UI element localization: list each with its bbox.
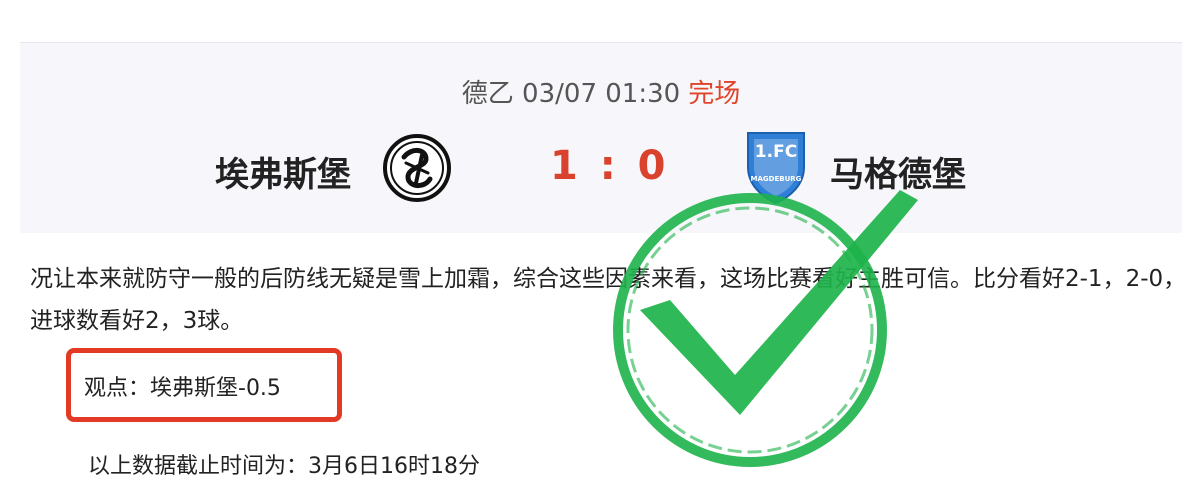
league-datetime: 德乙 03/07 01:30 [461,79,681,109]
away-team-name[interactable]: 马格德堡 [830,147,966,196]
teams-row: 埃弗斯堡 1 : 0 1.FC MAGDEBURG 马格德堡 [20,132,1182,213]
match-score: 1 : 0 [550,143,670,189]
magdeburg-crest-icon[interactable]: 1.FC MAGDEBURG [740,129,812,205]
page: 德乙 03/07 01:30 完场 埃弗斯堡 1 : 0 1.FC MAGDEBU… [0,0,1200,500]
elversberg-crest-icon[interactable] [382,133,452,203]
match-header-card: 德乙 03/07 01:30 完场 埃弗斯堡 1 : 0 1.FC MAGDEBU… [20,42,1182,233]
match-status: 完场 [688,79,741,109]
away-logo-side-text: MAGDEBURG [751,175,802,183]
home-team-name[interactable]: 埃弗斯堡 [215,147,351,196]
data-cutoff-text: 以上数据截止时间为：3月6日16时18分 [88,454,480,479]
analysis-paragraph: 况让本来就防守一般的后防线无疑是雪上加霜，综合这些因素来看，这场比赛看好主胜可信… [30,266,1187,334]
match-meta: 德乙 03/07 01:30 完场 [20,73,1182,110]
away-logo-top-text: 1.FC [755,142,797,162]
viewpoint-text: 观点：埃弗斯堡-0.5 [84,376,281,401]
